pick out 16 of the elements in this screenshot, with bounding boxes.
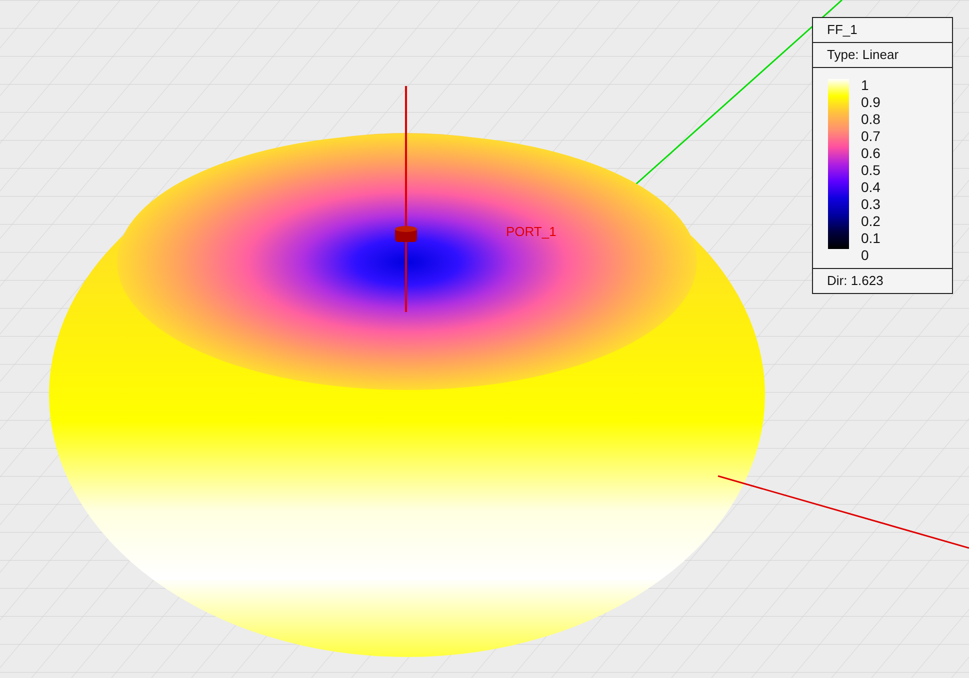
scale-tick-label: 0.4 bbox=[861, 179, 880, 196]
scale-tick-label: 0 bbox=[861, 247, 870, 264]
scale-tick-label: 0.5 bbox=[861, 162, 880, 179]
scale-tick-label: 0.9 bbox=[861, 94, 880, 111]
scale-tick-label: 1 bbox=[861, 77, 870, 94]
scale-tick-label: 0.1 bbox=[861, 230, 880, 247]
scale-tick-label: 0.6 bbox=[861, 145, 880, 162]
scale-tick-label: 0.2 bbox=[861, 213, 880, 230]
scale-tick-label: 0.3 bbox=[861, 196, 880, 213]
port-label: PORT_1 bbox=[506, 224, 556, 239]
directivity-value: Dir: 1.623 bbox=[813, 268, 952, 293]
scale-tick-label: 0.7 bbox=[861, 128, 880, 145]
port-cylinder-icon bbox=[395, 226, 417, 242]
legend-type: Type: Linear bbox=[813, 43, 952, 68]
legend-title: FF_1 bbox=[813, 18, 952, 43]
scale-tick-label: 0.8 bbox=[861, 111, 880, 128]
